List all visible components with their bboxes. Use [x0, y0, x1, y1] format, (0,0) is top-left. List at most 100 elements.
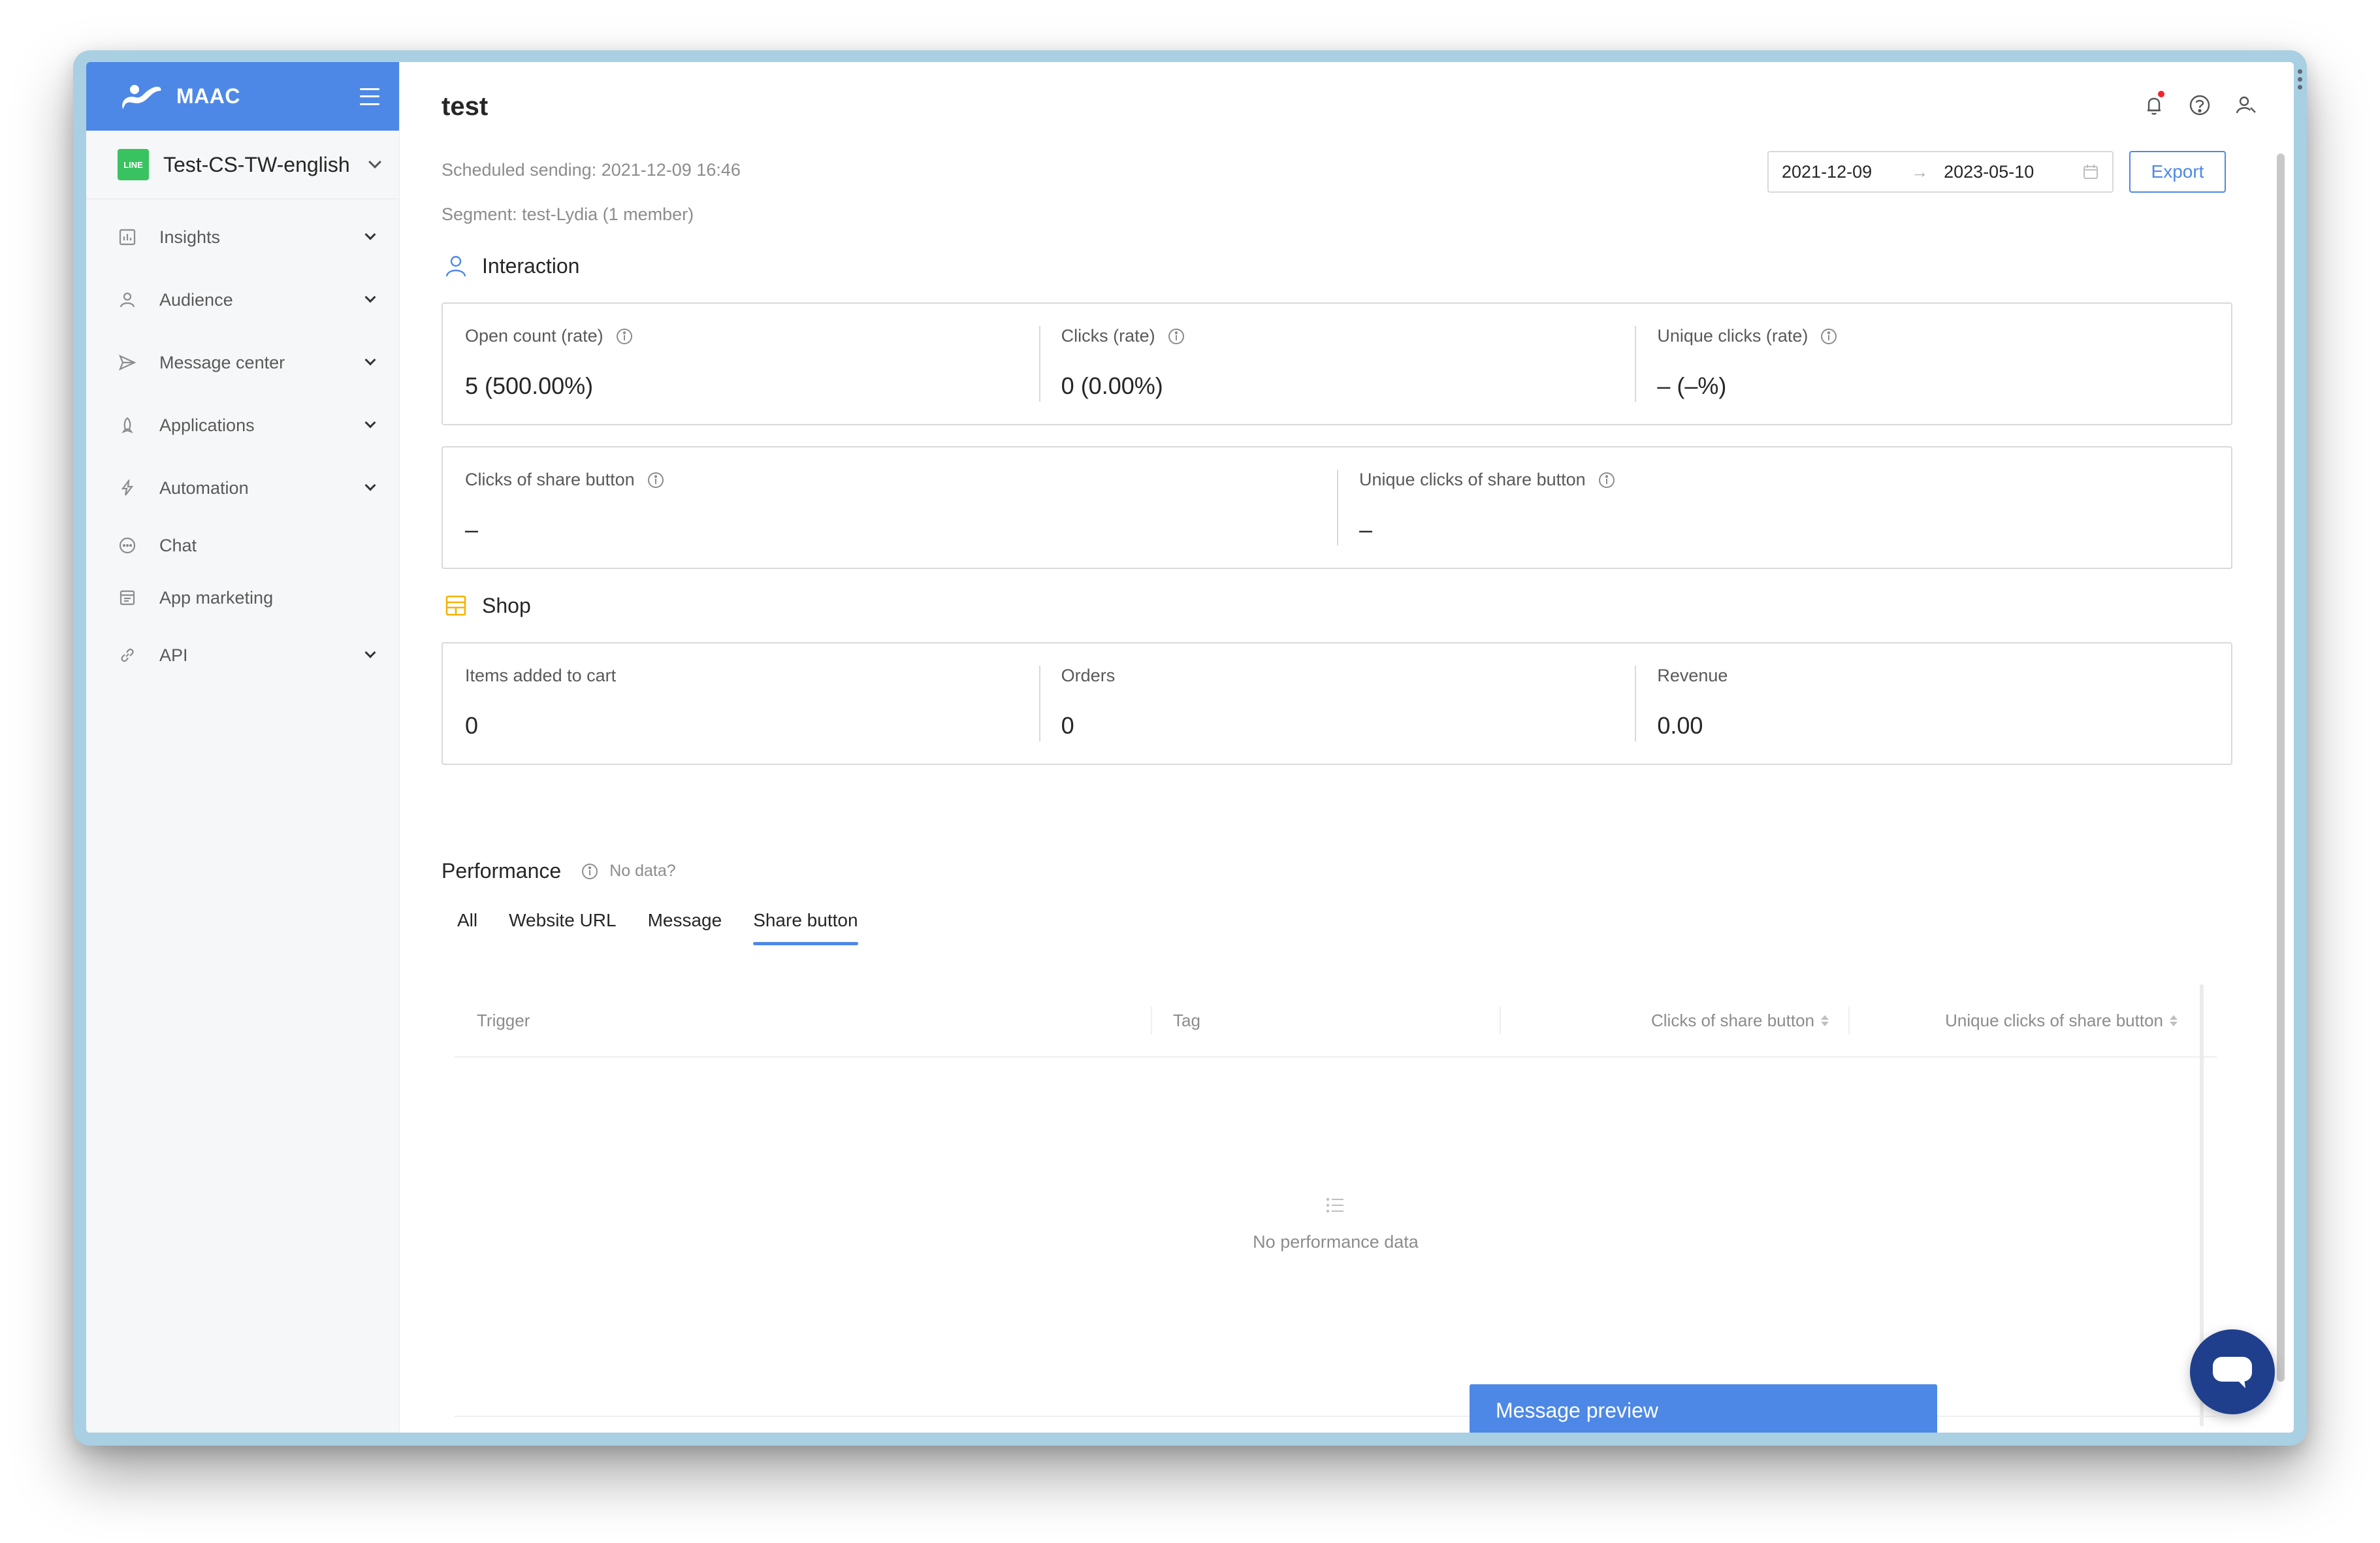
metric-unique-share-clicks: Unique clicks of share button –: [1337, 447, 2231, 568]
metric-value: – (–%): [1657, 372, 1727, 399]
date-range-picker[interactable]: 2021-12-09 → 2023-05-10: [1767, 151, 2114, 193]
chevron-down-icon: [364, 291, 376, 303]
info-icon[interactable]: [1820, 327, 1838, 346]
metric-value: –: [1359, 516, 1373, 543]
sidebar-item-label: Automation: [159, 478, 249, 498]
tab-all[interactable]: All: [442, 910, 493, 945]
app-marketing-icon: [118, 588, 137, 608]
metric-label: Clicks of share button: [465, 470, 635, 489]
shop-card: Items added to cart 0 Orders 0 Revenue 0…: [442, 642, 2232, 765]
metric-clicks: Clicks (rate) 0 (0.00%): [1038, 304, 1635, 424]
interaction-card-row2: Clicks of share button – Unique clicks o…: [442, 446, 2232, 569]
arrow-right-icon: →: [1911, 161, 1929, 182]
column-unique-clicks-share[interactable]: Unique clicks of share button: [1848, 984, 2197, 1056]
user-profile-icon[interactable]: [2234, 93, 2257, 117]
table-header: Trigger Tag Clicks of share button Uniqu…: [455, 984, 2217, 1058]
metric-value: 0 (0.00%): [1061, 372, 1163, 399]
account-switcher[interactable]: LINE Test-CS-TW-english: [86, 131, 399, 199]
column-label: Tag: [1173, 1010, 1200, 1030]
metric-label: Clicks (rate): [1061, 326, 1155, 346]
chat-widget-button[interactable]: [2190, 1329, 2275, 1414]
info-icon[interactable]: [615, 327, 634, 346]
send-icon: [118, 353, 137, 372]
chevron-down-icon: [364, 354, 376, 366]
sidebar-item-applications[interactable]: Applications: [86, 394, 399, 457]
metric-value: 0: [465, 712, 479, 739]
column-clicks-share[interactable]: Clicks of share button: [1500, 984, 1848, 1056]
sort-icon[interactable]: [1821, 1015, 1829, 1026]
chevron-down-icon: [364, 647, 376, 658]
sidebar-item-label: Message center: [159, 352, 285, 372]
brand-name: MAAC: [176, 84, 240, 108]
sidebar-item-label: Chat: [159, 535, 197, 555]
sidebar-item-audience[interactable]: Audience: [86, 268, 399, 331]
page-title: test: [442, 92, 489, 121]
empty-state: No performance data: [455, 1194, 2217, 1252]
api-link-icon: [118, 645, 137, 665]
user-icon: [442, 252, 470, 280]
tab-share-button[interactable]: Share button: [737, 910, 873, 945]
account-name: Test-CS-TW-english: [163, 152, 350, 176]
no-data-link[interactable]: No data?: [609, 862, 675, 881]
export-button[interactable]: Export: [2129, 151, 2226, 193]
column-trigger: Trigger: [455, 984, 1151, 1056]
rocket-icon: [118, 415, 137, 435]
sidebar-item-label: App marketing: [159, 587, 274, 608]
chevron-down-icon: [364, 417, 376, 429]
sidebar-item-insights[interactable]: Insights: [86, 206, 399, 268]
date-end[interactable]: 2023-05-10: [1944, 162, 2034, 182]
info-icon[interactable]: [1167, 327, 1185, 346]
metric-value: 0: [1061, 712, 1074, 739]
info-icon[interactable]: [581, 862, 599, 881]
interaction-card-row1: Open count (rate) 5 (500.00%) Clicks (ra…: [442, 302, 2232, 425]
sidebar-item-automation[interactable]: Automation: [86, 457, 399, 519]
calendar-icon: [2083, 165, 2098, 179]
date-start[interactable]: 2021-12-09: [1782, 162, 1872, 182]
empty-text: No performance data: [1253, 1232, 1419, 1252]
sort-icon[interactable]: [2170, 1015, 2178, 1026]
tab-message[interactable]: Message: [632, 910, 738, 945]
top-toolbar: [2142, 91, 2257, 117]
metric-label: Unique clicks of share button: [1359, 470, 1586, 489]
chat-bubble-icon: [118, 536, 137, 555]
notification-dot: [2158, 91, 2164, 97]
interaction-section-title: Interaction: [442, 252, 579, 280]
message-preview-button[interactable]: Message preview: [1470, 1384, 1937, 1433]
sidebar-item-api[interactable]: API: [86, 624, 399, 687]
tab-website-url[interactable]: Website URL: [493, 910, 632, 945]
metric-open-count: Open count (rate) 5 (500.00%): [443, 304, 1039, 424]
app-window: MAAC LINE Test-CS-TW-english Insights Au…: [86, 62, 2294, 1433]
chevron-down-icon: [364, 479, 376, 491]
maac-logo-icon: [122, 84, 161, 109]
metric-items-added: Items added to cart 0: [443, 643, 1039, 764]
metric-label: Items added to cart: [465, 666, 617, 685]
scheduled-sending: Scheduled sending: 2021-12-09 16:46: [442, 160, 741, 180]
table-divider: [455, 1416, 2217, 1417]
shop-icon: [442, 591, 470, 620]
sidebar-item-chat[interactable]: Chat: [86, 519, 399, 572]
help-icon[interactable]: [2188, 93, 2211, 117]
metric-share-clicks: Clicks of share button –: [443, 447, 1337, 568]
shop-section-title: Shop: [442, 591, 531, 620]
metric-unique-clicks: Unique clicks (rate) – (–%): [1635, 304, 2231, 424]
window-more-icon[interactable]: [2298, 69, 2303, 93]
metric-value: 0.00: [1657, 712, 1703, 739]
segment-info: Segment: test-Lydia (1 member): [442, 204, 694, 224]
sidebar-item-message-center[interactable]: Message center: [86, 331, 399, 394]
metric-label: Orders: [1061, 666, 1116, 685]
bell-icon[interactable]: [2142, 91, 2166, 117]
interaction-title: Interaction: [482, 253, 580, 278]
main-content: test Scheduled sending: 2021-12-09 16:46…: [400, 62, 2294, 1433]
info-icon[interactable]: [1598, 471, 1616, 489]
performance-tabs: All Website URL Message Share button: [442, 910, 874, 945]
sidebar-item-label: Insights: [159, 227, 221, 247]
sidebar-item-app-marketing[interactable]: App marketing: [86, 572, 399, 624]
chevron-down-icon: [364, 229, 376, 240]
bar-chart-icon: [118, 227, 137, 247]
sidebar-nav: Insights Audience Message center Applica…: [86, 199, 399, 687]
column-label: Clicks of share button: [1650, 1010, 1814, 1030]
page-scrollbar[interactable]: [2277, 154, 2285, 1382]
metric-value: –: [465, 516, 479, 543]
info-icon[interactable]: [647, 471, 665, 489]
hamburger-icon[interactable]: [360, 88, 379, 105]
